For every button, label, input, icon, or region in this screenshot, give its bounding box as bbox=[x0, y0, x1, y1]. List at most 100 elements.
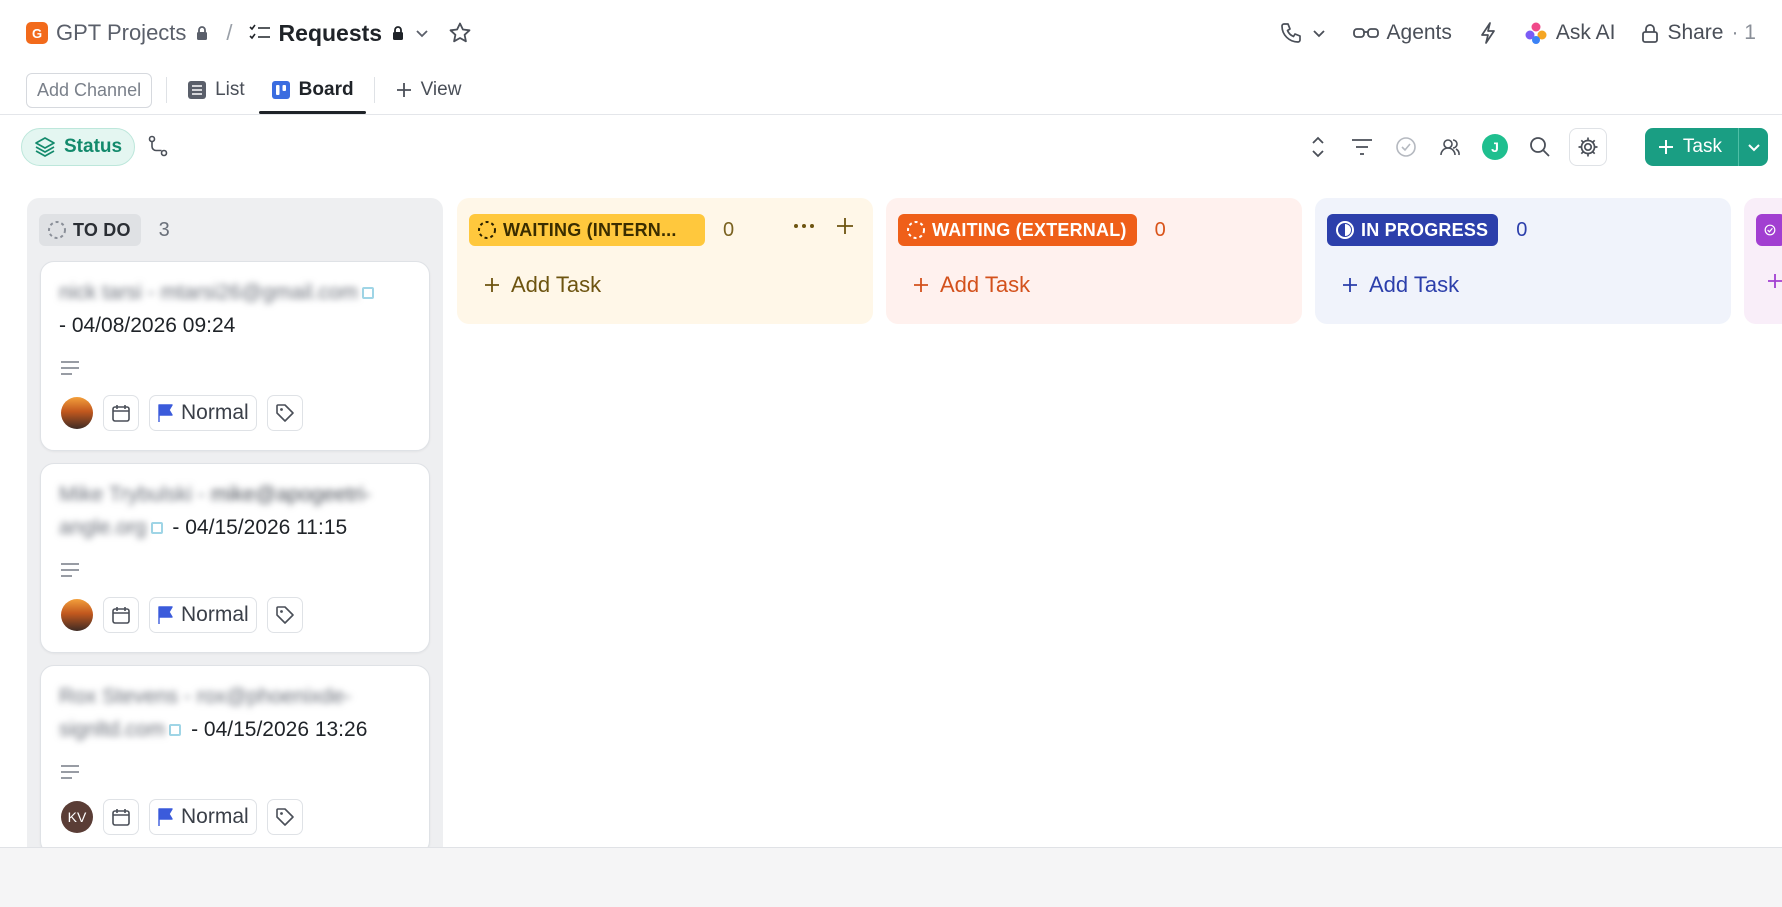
assignee-avatar[interactable] bbox=[61, 599, 93, 631]
add-task-button[interactable] bbox=[1766, 272, 1782, 290]
assignees-icon[interactable] bbox=[1438, 135, 1462, 159]
task-count: 0 bbox=[1516, 218, 1528, 241]
add-task-button[interactable]: Add Task bbox=[912, 272, 1030, 298]
phone-icon bbox=[1280, 23, 1301, 43]
task-title[interactable]: Mike Trybulski - mike@apogeetri- angle.o… bbox=[59, 478, 411, 544]
column-next-status bbox=[1744, 198, 1782, 324]
column-waiting-external: WAITING (EXTERNAL) 0 Add Task bbox=[886, 198, 1302, 324]
call-menu[interactable] bbox=[1279, 21, 1327, 45]
calendar-icon bbox=[112, 607, 130, 624]
due-date-button[interactable] bbox=[103, 597, 139, 633]
task-title-redacted: Mike Trybulski - bbox=[59, 483, 205, 506]
due-date-button[interactable] bbox=[103, 799, 139, 835]
flag-icon bbox=[158, 606, 173, 624]
expand-collapse-icon[interactable] bbox=[1306, 135, 1330, 159]
task-count: 3 bbox=[158, 218, 170, 241]
tags-button[interactable] bbox=[266, 395, 303, 431]
board-view-icon bbox=[271, 81, 290, 99]
status-tag-next[interactable] bbox=[1756, 214, 1782, 246]
plus-icon bbox=[1658, 140, 1673, 154]
task-title[interactable]: Rox Stevens - rox@phoenixde- signltd.com… bbox=[59, 680, 411, 746]
board-area: TO DO 3 nick tarsi - mtarsi26@gmail.com … bbox=[0, 179, 1782, 847]
group-by-status-button[interactable]: Status bbox=[21, 128, 136, 166]
new-task-button[interactable]: Task bbox=[1644, 128, 1738, 166]
tab-board[interactable]: Board bbox=[258, 66, 366, 114]
filter-icon[interactable] bbox=[1350, 135, 1374, 159]
check-circle-icon bbox=[1764, 224, 1776, 236]
task-title-redacted: signltd.com bbox=[59, 718, 166, 741]
add-task-label: Add Task bbox=[511, 272, 602, 297]
task-title-date: - 04/15/2026 11:15 bbox=[172, 516, 348, 539]
tab-list[interactable]: List bbox=[181, 66, 251, 114]
agents-button[interactable]: Agents bbox=[1352, 21, 1452, 45]
description-icon bbox=[61, 361, 79, 375]
new-task-label: Task bbox=[1682, 136, 1722, 157]
status-tag-waiting-internal[interactable]: WAITING (INTERN... bbox=[469, 214, 705, 246]
star-icon[interactable] bbox=[448, 21, 472, 45]
add-task-button[interactable]: Add Task bbox=[1341, 272, 1459, 298]
space-avatar[interactable]: G bbox=[26, 22, 48, 44]
due-date-button[interactable] bbox=[103, 395, 139, 431]
agents-label: Agents bbox=[1386, 21, 1452, 44]
column-header: WAITING (EXTERNAL) 0 bbox=[898, 214, 1166, 246]
status-label: TO DO bbox=[73, 219, 131, 240]
view-tabs: Add Channel List Board View bbox=[26, 66, 467, 114]
priority-button[interactable]: Normal bbox=[149, 395, 257, 431]
breadcrumb-space[interactable]: GPT Projects bbox=[56, 20, 186, 46]
divider bbox=[373, 77, 375, 103]
priority-label: Normal bbox=[181, 401, 249, 424]
priority-button[interactable]: Normal bbox=[149, 597, 257, 633]
user-avatar[interactable]: J bbox=[1482, 134, 1508, 160]
add-view-button[interactable]: View bbox=[389, 66, 468, 114]
status-tag-waiting-external[interactable]: WAITING (EXTERNAL) bbox=[898, 214, 1137, 246]
settings-button[interactable] bbox=[1569, 128, 1607, 166]
chevron-down-icon bbox=[1312, 30, 1325, 38]
bottom-bar bbox=[0, 847, 1782, 907]
list-view-icon bbox=[188, 81, 207, 99]
priority-button[interactable]: Normal bbox=[149, 799, 257, 835]
description-icon bbox=[61, 563, 79, 577]
add-channel-button[interactable]: Add Channel bbox=[26, 72, 153, 108]
tab-list-label: List bbox=[215, 79, 245, 100]
divider bbox=[166, 77, 168, 103]
closed-tasks-icon[interactable] bbox=[1394, 135, 1418, 159]
breadcrumb-list[interactable]: Requests bbox=[279, 20, 383, 47]
column-actions bbox=[793, 216, 855, 236]
list-checks-icon bbox=[248, 24, 270, 40]
status-label: WAITING (INTERN... bbox=[503, 219, 677, 240]
tags-button[interactable] bbox=[266, 597, 303, 633]
task-title[interactable]: nick tarsi - mtarsi26@gmail.com - 04/08/… bbox=[59, 276, 411, 342]
flag-icon bbox=[158, 404, 173, 422]
task-title-email: mike@apogeetri- bbox=[210, 483, 371, 506]
task-card[interactable]: Rox Stevens - rox@phoenixde- signltd.com… bbox=[40, 665, 430, 847]
tag-icon bbox=[275, 606, 294, 624]
assignee-avatar[interactable] bbox=[61, 397, 93, 429]
plus-icon[interactable] bbox=[835, 216, 855, 236]
assignee-avatar[interactable]: KV bbox=[61, 801, 93, 833]
status-label: WAITING (EXTERNAL) bbox=[932, 219, 1127, 240]
share-button[interactable]: Share · 1 bbox=[1641, 21, 1756, 45]
description-icon bbox=[61, 765, 79, 779]
priority-label: Normal bbox=[181, 603, 249, 626]
add-task-button[interactable]: Add Task bbox=[483, 272, 601, 298]
search-icon[interactable] bbox=[1528, 135, 1552, 159]
more-options-icon[interactable] bbox=[793, 223, 815, 229]
task-card[interactable]: Mike Trybulski - mike@apogeetri- angle.o… bbox=[40, 463, 430, 653]
subtasks-icon[interactable] bbox=[146, 134, 170, 158]
ask-ai-button[interactable]: Ask AI bbox=[1524, 21, 1615, 45]
task-card[interactable]: nick tarsi - mtarsi26@gmail.com - 04/08/… bbox=[40, 261, 430, 451]
status-label: IN PROGRESS bbox=[1361, 219, 1489, 240]
board-toolbar: Status J Task bbox=[0, 115, 1782, 179]
card-meta: Normal bbox=[61, 597, 303, 633]
status-tag-in-progress[interactable]: IN PROGRESS bbox=[1327, 214, 1499, 246]
task-options-dropdown[interactable] bbox=[1738, 128, 1768, 166]
task-count: 0 bbox=[1154, 218, 1166, 241]
task-title-date: - 04/15/2026 13:26 bbox=[191, 718, 368, 741]
layers-icon bbox=[35, 137, 55, 157]
gear-icon bbox=[1578, 137, 1598, 157]
tags-button[interactable] bbox=[266, 799, 303, 835]
dashed-circle-icon bbox=[907, 221, 925, 239]
automations-button[interactable] bbox=[1478, 21, 1498, 45]
status-tag-todo[interactable]: TO DO bbox=[39, 214, 141, 246]
chevron-down-icon[interactable] bbox=[414, 25, 430, 41]
